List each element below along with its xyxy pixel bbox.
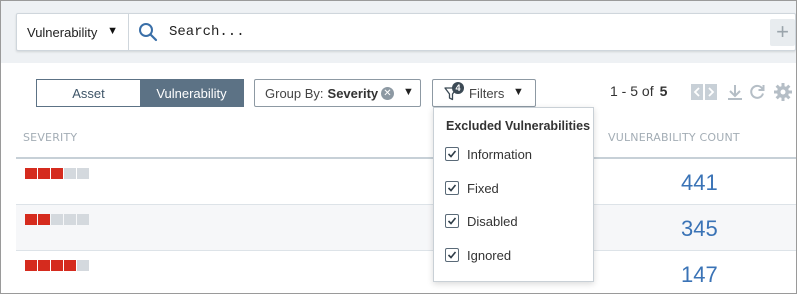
paging-total: 5 xyxy=(659,83,668,99)
group-by-label: Group By: xyxy=(265,85,324,101)
filter-option-label: Ignored xyxy=(467,247,512,263)
severity-segment xyxy=(64,260,76,271)
checkmark-icon xyxy=(447,251,457,259)
severity-indicator xyxy=(25,168,89,179)
search-bar: Vulnerability ▼ + xyxy=(16,13,796,51)
filters-dropdown: Excluded Vulnerabilities Information Fix… xyxy=(433,107,594,282)
group-by-value: Severity xyxy=(327,85,379,101)
paging-info: 1 - 5 of 5 xyxy=(610,83,667,99)
toggle-asset[interactable]: Asset xyxy=(37,80,140,106)
vulnerability-count[interactable]: 147 xyxy=(681,262,718,288)
table-row[interactable]: 441 xyxy=(16,159,796,205)
toggle-vulnerability[interactable]: Vulnerability xyxy=(140,80,243,106)
severity-segment xyxy=(51,214,63,225)
checkmark-icon xyxy=(447,150,457,158)
filter-count-badge: 4 xyxy=(452,82,464,94)
filter-option-label: Disabled xyxy=(467,213,518,229)
search-icon[interactable] xyxy=(138,22,158,42)
severity-segment xyxy=(77,260,89,271)
filters-label: Filters xyxy=(469,86,505,101)
download-icon[interactable] xyxy=(726,83,744,101)
table-row[interactable]: 345 xyxy=(16,205,796,251)
add-button[interactable]: + xyxy=(770,19,795,46)
pager-arrows-icon[interactable] xyxy=(691,84,717,100)
table-header: SEVERITY VULNERABILITY COUNT xyxy=(16,119,796,159)
clear-icon[interactable]: ✕ xyxy=(381,87,394,100)
caret-down-icon: ▼ xyxy=(107,25,118,37)
severity-segment xyxy=(51,168,63,179)
severity-indicator xyxy=(25,260,89,271)
search-band: Vulnerability ▼ + xyxy=(1,1,796,63)
severity-segment xyxy=(25,214,37,225)
column-header-vulnerability-count[interactable]: VULNERABILITY COUNT xyxy=(608,131,740,144)
group-by-select[interactable]: Group By: Severity ✕ ▼ xyxy=(254,79,421,107)
search-scope-label: Vulnerability xyxy=(27,24,98,40)
dropdown-title: Excluded Vulnerabilities xyxy=(446,119,591,133)
severity-segment xyxy=(51,260,63,271)
table-row[interactable]: 147 xyxy=(16,251,796,293)
filter-option-ignored[interactable]: Ignored xyxy=(445,246,511,264)
search-scope-select[interactable]: Vulnerability ▼ xyxy=(17,14,129,50)
filter-option-information[interactable]: Information xyxy=(445,145,532,163)
gear-icon[interactable] xyxy=(773,82,793,102)
checkbox[interactable] xyxy=(445,147,459,161)
filter-option-disabled[interactable]: Disabled xyxy=(445,212,518,230)
caret-down-icon: ▼ xyxy=(403,86,414,98)
caret-down-icon: ▼ xyxy=(513,86,524,98)
severity-segment xyxy=(25,260,37,271)
checkbox[interactable] xyxy=(445,181,459,195)
filters-button[interactable]: 4 Filters ▼ xyxy=(432,79,536,107)
severity-segment xyxy=(38,168,50,179)
column-header-severity[interactable]: SEVERITY xyxy=(23,131,77,144)
vulnerability-count[interactable]: 441 xyxy=(681,170,718,196)
vulnerability-count[interactable]: 345 xyxy=(681,216,718,242)
severity-indicator xyxy=(25,214,89,225)
app-frame: Vulnerability ▼ + Asset Vulnerability Gr… xyxy=(0,0,797,294)
severity-segment xyxy=(38,214,50,225)
severity-segment xyxy=(38,260,50,271)
severity-segment xyxy=(77,214,89,225)
filter-option-label: Information xyxy=(467,146,533,162)
severity-segment xyxy=(25,168,37,179)
search-input[interactable] xyxy=(169,20,749,44)
severity-segment xyxy=(77,168,89,179)
checkbox[interactable] xyxy=(445,248,459,262)
refresh-icon[interactable] xyxy=(748,83,766,101)
checkbox[interactable] xyxy=(445,214,459,228)
checkmark-icon xyxy=(447,184,457,192)
checkmark-icon xyxy=(447,217,457,225)
filter-option-fixed[interactable]: Fixed xyxy=(445,179,499,197)
filter-option-label: Fixed xyxy=(467,180,499,196)
severity-segment xyxy=(64,168,76,179)
paging-range: 1 - 5 of xyxy=(610,83,654,99)
view-toggle: Asset Vulnerability xyxy=(36,79,244,107)
severity-segment xyxy=(64,214,76,225)
